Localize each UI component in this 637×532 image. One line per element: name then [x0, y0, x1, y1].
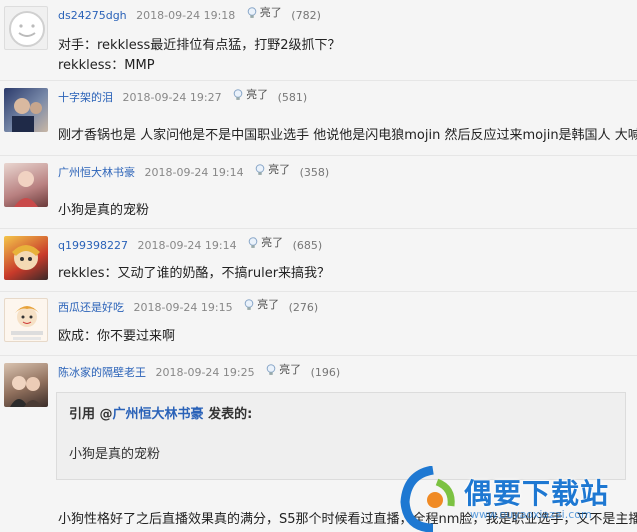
divider [0, 228, 637, 229]
comment-text-line: rekkless：MMP [58, 58, 155, 73]
like-button[interactable]: 亮了 [247, 6, 282, 20]
watermark-text: 偶要下载站 [464, 477, 610, 510]
comment-meta: 西瓜还是好吃 2018-09-24 19:15 亮了 (276) [58, 298, 318, 315]
like-label: 亮了 [259, 6, 282, 19]
quote-user-link[interactable]: 广州恒大林书豪 [113, 407, 204, 422]
like-label: 亮了 [246, 88, 269, 101]
like-button[interactable]: 亮了 [255, 163, 290, 177]
divider [0, 291, 637, 292]
comment-text-line: 欧成：你不要过来啊 [58, 329, 176, 344]
comment-text-line: 对手：rekkless最近排位有点猛，打野2级抓下？ [58, 38, 341, 53]
timestamp: 2018-09-24 19:15 [133, 301, 233, 314]
divider [0, 355, 637, 356]
timestamp: 2018-09-24 19:14 [137, 239, 237, 252]
like-label: 亮了 [261, 236, 284, 249]
avatar-cartoon[interactable] [4, 298, 48, 342]
like-button[interactable]: 亮了 [233, 88, 268, 102]
avatar-anime[interactable] [4, 236, 48, 280]
comment-meta: ds24275dgh 2018-09-24 19:18 亮了 (782) [58, 6, 321, 23]
username-link[interactable]: 西瓜还是好吃 [58, 301, 124, 314]
quote-body: 小狗是真的宠粉 [69, 447, 161, 462]
lightbulb-icon [247, 7, 257, 18]
comment-text-line: 刚才香锅也是 人家问他是不是中国职业选手 他说他是闪电狼mojin 然后反应过来… [58, 128, 637, 143]
quote-prefix: 引用 @ [69, 407, 113, 422]
like-button[interactable]: 亮了 [266, 363, 301, 377]
timestamp: 2018-09-24 19:27 [122, 91, 222, 104]
like-count: (196) [310, 366, 341, 379]
comment-meta: 陈冰家的隔壁老王 2018-09-24 19:25 亮了 (196) [58, 363, 340, 380]
divider [0, 80, 637, 81]
like-label: 亮了 [268, 163, 291, 176]
quote-suffix: 发表的: [203, 407, 253, 422]
username-link[interactable]: ds24275dgh [58, 9, 127, 22]
like-button[interactable]: 亮了 [244, 298, 279, 312]
timestamp: 2018-09-24 19:18 [136, 9, 236, 22]
username-link[interactable]: 广州恒大林书豪 [58, 166, 135, 179]
avatar-photo[interactable] [4, 163, 48, 207]
lightbulb-icon [248, 237, 258, 248]
like-button[interactable]: 亮了 [248, 236, 283, 250]
watermark-logo-icon [400, 465, 455, 532]
watermark-url: www.ouyaoxiazai.com [470, 508, 592, 521]
lightbulb-icon [266, 364, 276, 375]
avatar-default[interactable] [4, 6, 48, 50]
like-count: (685) [292, 239, 323, 252]
timestamp: 2018-09-24 19:25 [155, 366, 255, 379]
like-count: (358) [299, 166, 330, 179]
username-link[interactable]: 十字架的泪 [58, 91, 113, 104]
like-count: (276) [288, 301, 319, 314]
comment-text-line: 小狗是真的宠粉 [58, 203, 150, 218]
comment-meta: q199398227 2018-09-24 19:14 亮了 (685) [58, 236, 322, 253]
divider [0, 155, 637, 156]
username-link[interactable]: q199398227 [58, 239, 128, 252]
lightbulb-icon [233, 89, 243, 100]
comment-meta: 广州恒大林书豪 2018-09-24 19:14 亮了 (358) [58, 163, 329, 180]
lightbulb-icon [244, 299, 254, 310]
like-label: 亮了 [279, 363, 302, 376]
like-label: 亮了 [257, 298, 280, 311]
quote-header: 引用 @广州恒大林书豪 发表的: [69, 403, 252, 422]
lightbulb-icon [255, 164, 265, 175]
like-count: (581) [277, 91, 308, 104]
comment-text-line: rekkles：又动了谁的奶酪，不搞ruler来搞我？ [58, 266, 331, 281]
timestamp: 2018-09-24 19:14 [144, 166, 244, 179]
avatar-photo[interactable] [4, 363, 48, 407]
like-count: (782) [291, 9, 321, 22]
comment-meta: 十字架的泪 2018-09-24 19:27 亮了 (581) [58, 88, 307, 105]
avatar-photo[interactable] [4, 88, 48, 132]
username-link[interactable]: 陈冰家的隔壁老王 [58, 366, 146, 379]
